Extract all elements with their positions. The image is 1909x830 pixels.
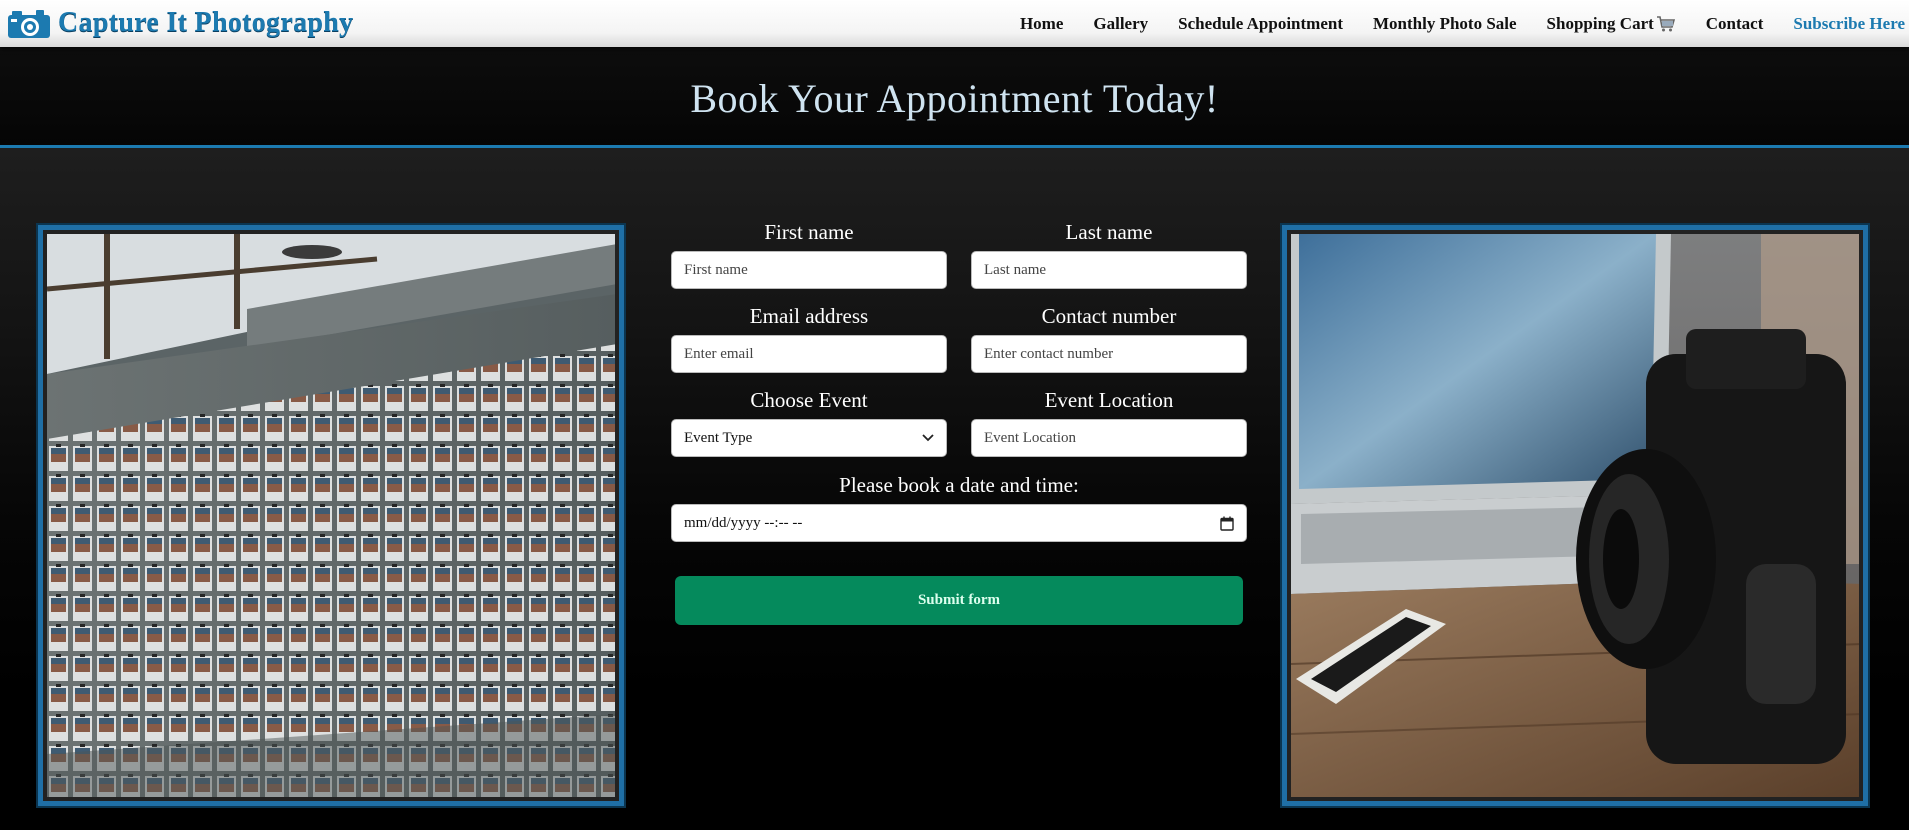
appointment-form: First name First name Last name Last nam… [671,220,1247,625]
nav-menu: Home Gallery Schedule Appointment Monthl… [990,0,1909,47]
event-type-label: Choose Event [750,388,868,412]
top-navbar: Capture It Photography Home Gallery Sche… [0,0,1909,47]
nav-link-monthly-photo-sale[interactable]: Monthly Photo Sale [1373,14,1517,34]
page-title: Book Your Appointment Today! [690,76,1219,121]
last-name-label: Last name [1065,220,1153,244]
calendar-icon[interactable] [1220,516,1234,531]
booking-section: First name First name Last name Last nam… [0,148,1909,830]
contact-number-input[interactable]: Enter contact number [971,335,1247,373]
camera-laptop-image [1280,223,1870,808]
nav-link-schedule-appointment[interactable]: Schedule Appointment [1178,14,1343,34]
event-location-label: Event Location [1044,388,1174,412]
hero-banner: Book Your Appointment Today! [0,47,1909,148]
event-location-input[interactable]: Event Location [971,419,1247,457]
nav-link-gallery[interactable]: Gallery [1093,14,1148,34]
camera-icon [8,10,50,38]
subscribe-link[interactable]: Subscribe Here [1793,14,1905,34]
event-type-select[interactable]: Event Type [671,419,947,457]
event-location-placeholder: Event Location [984,429,1077,446]
event-type-selected: Event Type [684,429,753,446]
nav-link-shopping-cart-label: Shopping Cart [1546,13,1654,33]
last-name-placeholder: Last name [984,261,1047,278]
brand-logo-link[interactable]: Capture It Photography [6,4,353,42]
datetime-input[interactable]: mm/dd/yyyy --:-- -- [671,504,1247,542]
last-name-input[interactable]: Last name [971,251,1247,289]
shopping-cart-icon [1656,15,1675,31]
brand-name: Capture It Photography [58,7,354,38]
datetime-placeholder: mm/dd/yyyy --:-- -- [684,514,803,531]
chevron-down-icon [922,434,934,442]
email-placeholder: Enter email [684,345,754,362]
contact-number-placeholder: Enter contact number [984,345,1114,362]
contact-number-label: Contact number [1041,304,1177,328]
first-name-placeholder: First name [684,261,748,278]
photo-wall-image [36,223,626,808]
datetime-label: Please book a date and time: [839,473,1079,497]
first-name-label: First name [764,220,854,244]
nav-link-shopping-cart[interactable]: Shopping Cart [1547,14,1676,34]
first-name-input[interactable]: First name [671,251,947,289]
email-label: Email address [749,304,869,328]
submit-button[interactable]: Submit form [675,576,1243,625]
nav-link-home[interactable]: Home [1020,14,1063,34]
nav-link-contact[interactable]: Contact [1706,14,1764,34]
email-input[interactable]: Enter email [671,335,947,373]
